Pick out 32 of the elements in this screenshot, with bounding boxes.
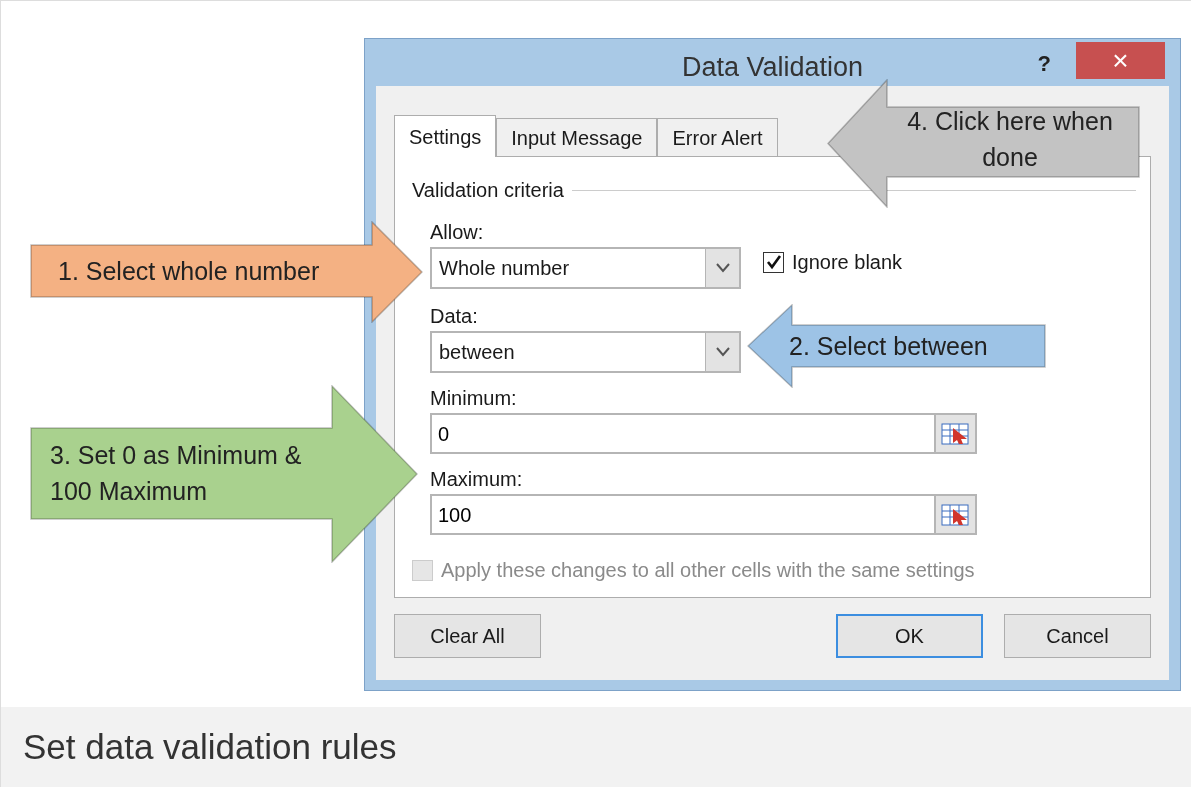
range-select-icon: [940, 502, 971, 527]
callout-text: 1. Select whole number: [58, 256, 321, 287]
dropdown[interactable]: Whole number: [430, 247, 741, 289]
callout-text: 2. Select between: [789, 331, 989, 362]
caret-icon: [715, 263, 730, 273]
caption: Set data validation rules: [1, 707, 1191, 787]
input-field[interactable]: 100: [430, 494, 934, 535]
window-title: Data Validation: [681, 51, 864, 85]
range-select-button[interactable]: [934, 413, 977, 454]
field-label: Allow:: [430, 220, 485, 245]
range-select-button[interactable]: [934, 494, 977, 535]
caret-icon: [715, 347, 730, 357]
input-field[interactable]: 0: [430, 413, 934, 454]
field-label: Minimum:: [430, 386, 518, 411]
range-select-icon: [940, 421, 971, 446]
checkbox-label: Ignore blank: [792, 250, 903, 275]
help-button[interactable]: ?: [1037, 47, 1051, 80]
checkbox[interactable]: [763, 251, 784, 273]
checkbox-label: Apply these changes to all other cells with the same settings: [441, 558, 975, 583]
tab[interactable]: Settings: [394, 115, 497, 157]
dialog-button[interactable]: OK: [836, 614, 983, 658]
tab[interactable]: Input Message: [496, 118, 658, 156]
dialog-button[interactable]: Cancel: [1004, 614, 1151, 658]
group-title: Validation criteria: [412, 178, 564, 203]
field-label: Data:: [430, 304, 479, 329]
dropdown[interactable]: between: [430, 331, 741, 373]
callout-text: 4. Click here when done: [906, 106, 1114, 174]
close-button[interactable]: ×: [1076, 42, 1165, 79]
callout-text: 3. Set 0 as Minimum & 100 Maximum: [50, 440, 303, 508]
dialog-button[interactable]: Clear All: [394, 614, 541, 658]
field-label: Maximum:: [430, 467, 524, 492]
tab[interactable]: Error Alert: [657, 118, 778, 156]
